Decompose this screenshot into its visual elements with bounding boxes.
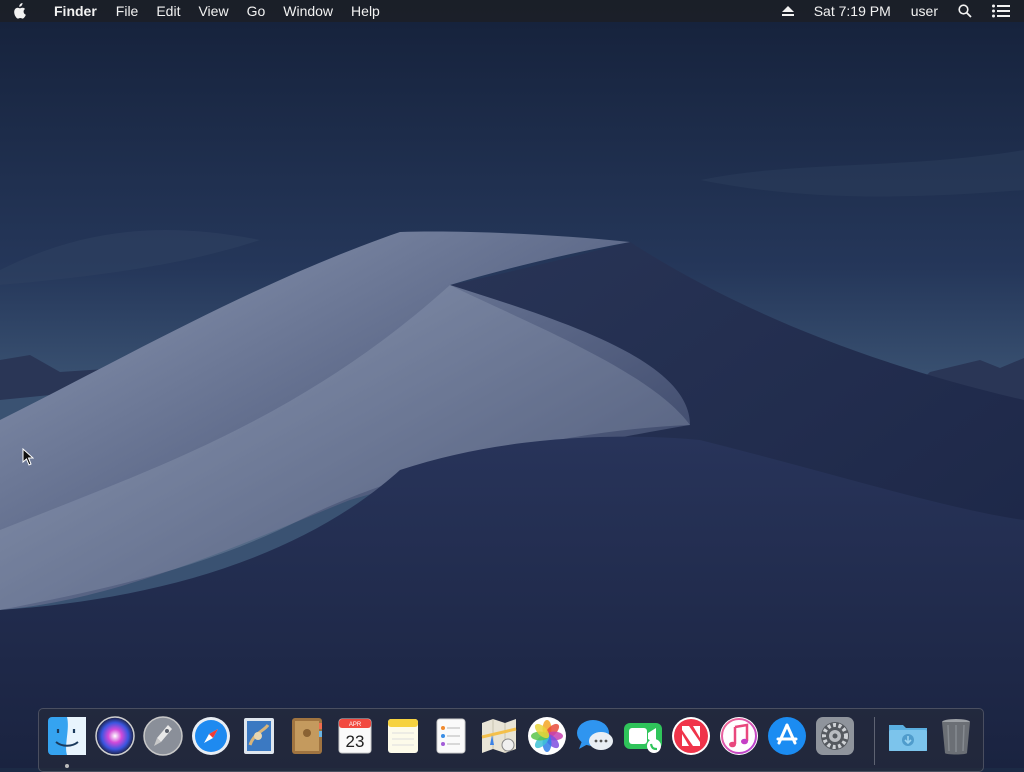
trash-icon[interactable]	[935, 715, 977, 757]
notification-center-icon[interactable]	[982, 0, 1024, 22]
menu-view[interactable]: View	[189, 0, 237, 22]
menu-edit[interactable]: Edit	[147, 0, 189, 22]
system-preferences-icon[interactable]	[814, 715, 856, 757]
itunes-icon[interactable]	[718, 715, 760, 757]
eject-icon[interactable]	[772, 0, 804, 22]
menubar-user[interactable]: user	[901, 0, 948, 22]
apple-icon[interactable]	[0, 0, 38, 22]
photos-icon[interactable]	[526, 715, 568, 757]
menu-bar: Finder File Edit View Go Window Help Sat…	[0, 0, 1024, 22]
dock: APR 23	[38, 708, 984, 772]
mail-icon[interactable]	[238, 715, 280, 757]
menubar-clock[interactable]: Sat 7:19 PM	[804, 0, 901, 22]
menu-window[interactable]: Window	[274, 0, 342, 22]
menu-go[interactable]: Go	[238, 0, 275, 22]
menu-help[interactable]: Help	[342, 0, 389, 22]
dock-separator	[874, 717, 875, 765]
messages-icon[interactable]	[574, 715, 616, 757]
menu-app-name[interactable]: Finder	[38, 0, 107, 22]
app-store-icon[interactable]	[766, 715, 808, 757]
siri-icon[interactable]	[94, 715, 136, 757]
downloads-folder-icon[interactable]	[887, 715, 929, 757]
mouse-cursor-icon	[22, 448, 34, 466]
notes-icon[interactable]	[382, 715, 424, 757]
calendar-month: APR	[349, 722, 362, 728]
finder-running-indicator	[65, 764, 69, 768]
calendar-icon[interactable]: APR 23	[334, 715, 376, 757]
desktop-wallpaper	[0, 0, 1024, 768]
menu-file[interactable]: File	[107, 0, 148, 22]
launchpad-icon[interactable]	[142, 715, 184, 757]
reminders-icon[interactable]	[430, 715, 472, 757]
calendar-day: 23	[346, 732, 365, 751]
safari-icon[interactable]	[190, 715, 232, 757]
facetime-icon[interactable]	[622, 715, 664, 757]
news-icon[interactable]	[670, 715, 712, 757]
spotlight-icon[interactable]	[948, 0, 982, 22]
contacts-icon[interactable]	[286, 715, 328, 757]
maps-icon[interactable]	[478, 715, 520, 757]
finder-icon[interactable]	[46, 715, 88, 757]
